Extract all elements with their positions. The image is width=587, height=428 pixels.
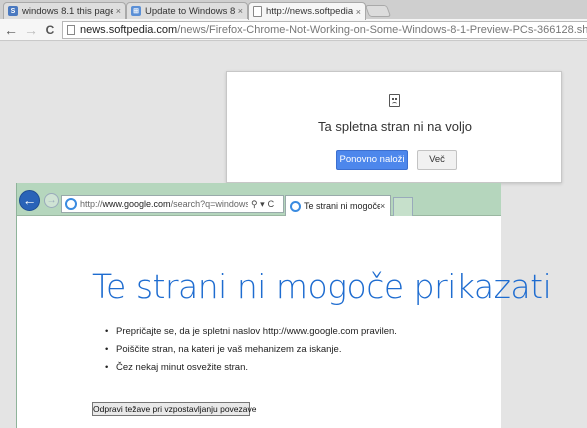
error-message: Ta spletna stran ni na voljo <box>318 119 472 134</box>
refresh-icon[interactable]: C <box>268 199 275 209</box>
back-arrow-icon[interactable]: ← <box>4 22 18 38</box>
ie-error-title: Te strani ni mogoče prikazati <box>92 267 552 306</box>
ie-address-url[interactable]: http://www.google.com/search?q=windows+8 <box>80 199 248 209</box>
search-dropdown-icon[interactable]: ⚲ ▾ <box>251 199 265 210</box>
reload-button[interactable]: Ponovno naloži <box>336 150 408 170</box>
new-tab-button[interactable] <box>364 5 392 17</box>
chrome-tab-windows-update[interactable]: ⊞ Update to Windows 8.1. C × <box>126 2 248 19</box>
sad-page-icon <box>389 94 400 107</box>
tab-title: windows 8.1 this page ca <box>22 5 113 17</box>
forward-arrow-icon[interactable]: → <box>24 22 38 38</box>
url-host: news.softpedia.com <box>80 24 178 36</box>
chrome-tab-strip: S windows 8.1 this page ca × ⊞ Update to… <box>0 0 587 20</box>
list-item: Prepričajte se, da je spletni naslov htt… <box>105 326 397 344</box>
list-item: Čez nekaj minut osvežite stran. <box>105 362 397 380</box>
url-host: www.google.com <box>102 199 171 209</box>
more-button[interactable]: Več <box>417 150 457 170</box>
forward-arrow-icon[interactable]: → <box>44 193 59 208</box>
url-path: /news/Firefox-Chrome-Not-Working-on-Some… <box>177 24 587 36</box>
close-tab-icon[interactable]: × <box>116 6 121 16</box>
list-item: Poiščite stran, na kateri je vaš mehaniz… <box>105 344 397 362</box>
close-tab-icon[interactable]: × <box>380 201 390 211</box>
ie-tab-title: Te strani ni mogoče prikazati <box>304 201 380 211</box>
omnibox[interactable]: news.softpedia.com/news/Firefox-Chrome-N… <box>62 21 587 39</box>
ie-tab[interactable]: Te strani ni mogoče prikazati × <box>285 195 391 216</box>
close-tab-icon[interactable]: × <box>238 6 243 16</box>
ie-new-tab-button[interactable] <box>393 197 413 216</box>
ie-window: ← → http://www.google.com/search?q=windo… <box>16 183 552 428</box>
chrome-toolbar: ← → C news.softpedia.com/news/Firefox-Ch… <box>0 19 587 41</box>
page-icon <box>67 25 75 35</box>
reload-icon[interactable]: C <box>43 22 57 38</box>
ie-logo-icon <box>290 200 301 212</box>
url-rest: /search?q=windows+8 <box>170 199 248 209</box>
close-tab-icon[interactable]: × <box>356 7 361 17</box>
tab-title: Update to Windows 8.1. C <box>145 5 235 17</box>
ie-navigation-bar: ← → http://www.google.com/search?q=windo… <box>17 183 501 216</box>
back-arrow-icon[interactable]: ← <box>19 190 40 211</box>
tab-title: http://news.softpedia.com <box>266 6 353 17</box>
softpedia-favicon-icon: S <box>8 6 18 16</box>
chrome-error-card: Ta spletna stran ni na voljo Ponovno nal… <box>226 71 562 183</box>
diagnose-connection-button[interactable]: Odpravi težave pri vzpostavljanju poveza… <box>92 402 256 416</box>
ie-address-bar[interactable]: http://www.google.com/search?q=windows+8… <box>61 195 284 213</box>
chrome-tab-softpedia-news[interactable]: http://news.softpedia.com × <box>248 2 366 20</box>
chrome-tab-softpedia-search[interactable]: S windows 8.1 this page ca × <box>3 2 126 19</box>
ie-logo-icon <box>65 198 77 210</box>
omnibox-url[interactable]: news.softpedia.com/news/Firefox-Chrome-N… <box>80 24 587 36</box>
ie-error-tips: Prepričajte se, da je spletni naslov htt… <box>105 326 397 380</box>
url-prefix: http:// <box>80 199 103 209</box>
page-icon <box>253 6 262 17</box>
windows-favicon-icon: ⊞ <box>131 6 141 16</box>
